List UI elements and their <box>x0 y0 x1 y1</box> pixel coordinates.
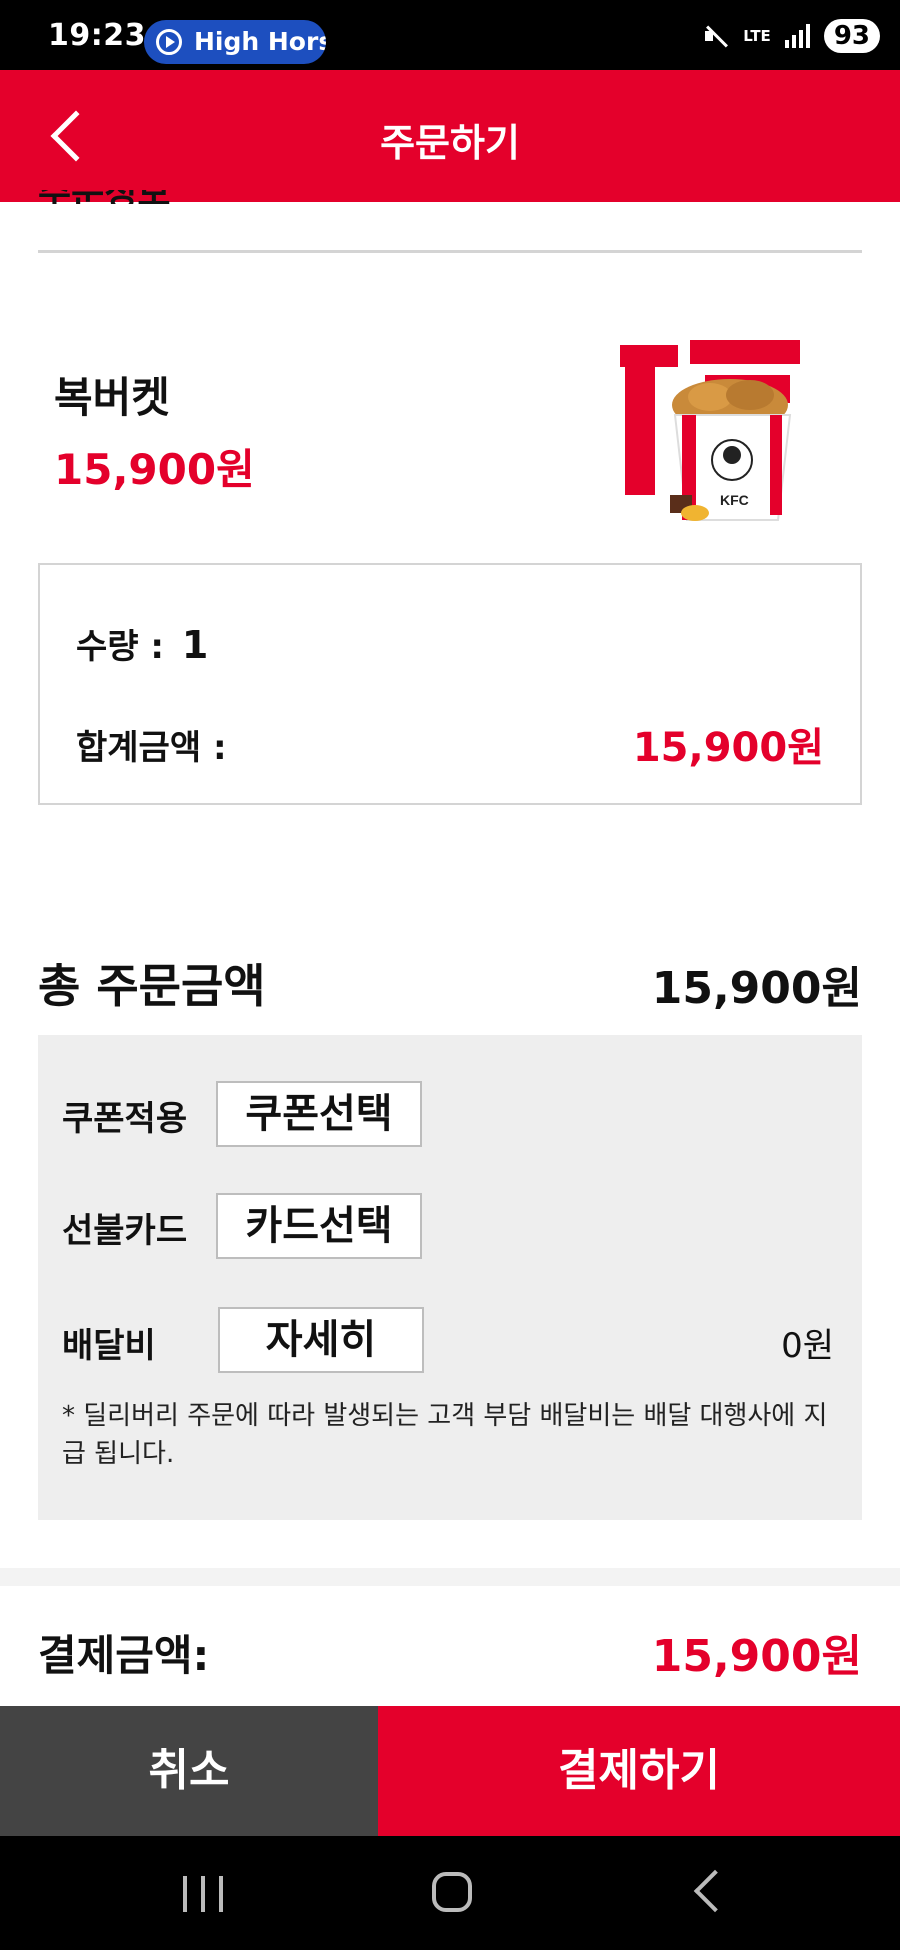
pay-button[interactable]: 결제하기 <box>378 1706 900 1836</box>
delivery-details-button[interactable]: 자세히 <box>218 1307 424 1373</box>
battery-level: 93 <box>823 19 880 53</box>
quantity-value: 1 <box>181 623 209 667</box>
home-icon[interactable] <box>432 1872 472 1912</box>
recent-apps-icon[interactable] <box>183 1876 223 1912</box>
quantity-label: 수량 : <box>76 627 164 667</box>
coupon-select-button[interactable]: 쿠폰선택 <box>216 1081 422 1147</box>
media-playing-pill[interactable]: High Hors <box>144 20 326 64</box>
product-price: 15,900원 <box>54 445 255 494</box>
coupon-label: 쿠폰적용 <box>62 1099 188 1139</box>
signal-icon <box>784 24 810 48</box>
section-heading: 주문정보 <box>38 190 238 204</box>
subtotal-label: 합계금액 : <box>76 728 227 768</box>
section-separator <box>0 1568 900 1586</box>
quantity-row: 수량 : 1 <box>76 619 208 668</box>
subtotal-value: 15,900원 <box>632 725 824 771</box>
media-title: High Hors <box>194 27 326 56</box>
page-title: 주문하기 <box>380 121 520 165</box>
mute-icon <box>703 23 729 49</box>
kfc-bucket-image: KFC <box>620 335 805 535</box>
status-time: 19:23 <box>48 18 146 53</box>
delivery-notice: * 딜리버리 주문에 따라 발생되는 고객 부담 배달비는 배달 대행사에 지급… <box>62 1401 828 1469</box>
order-summary-box: 수량 : 1 합계금액 : 15,900원 <box>38 563 862 805</box>
status-bar: 19:23 High Hors LTE 93 <box>0 0 900 70</box>
payment-amount-label: 결제금액: <box>38 1631 210 1680</box>
network-type: LTE <box>743 27 771 45</box>
svg-text:KFC: KFC <box>720 492 749 508</box>
cancel-button[interactable]: 취소 <box>0 1706 378 1836</box>
system-nav-bar <box>0 1836 900 1950</box>
total-order-value: 15,900원 <box>651 963 862 1014</box>
app-header: 주문하기 <box>0 70 900 202</box>
product-name: 복버켓 <box>54 373 170 422</box>
total-order-label: 총 주문금액 <box>38 959 266 1013</box>
status-icons: LTE 93 <box>703 18 880 54</box>
play-icon <box>156 29 182 55</box>
nav-back-icon[interactable] <box>693 1869 737 1913</box>
prepaid-card-label: 선불카드 <box>62 1211 188 1251</box>
bottom-action-bar: 취소 결제하기 <box>0 1706 900 1836</box>
payment-amount-value: 15,900원 <box>651 1631 862 1682</box>
delivery-fee-value: 0원 <box>781 1326 834 1366</box>
card-select-button[interactable]: 카드선택 <box>216 1193 422 1259</box>
payment-options-panel: 쿠폰적용 쿠폰선택 선불카드 카드선택 배달비 자세히 0원 * 딜리버리 주문… <box>38 1035 862 1520</box>
delivery-fee-label: 배달비 <box>62 1326 156 1366</box>
divider <box>38 250 862 253</box>
